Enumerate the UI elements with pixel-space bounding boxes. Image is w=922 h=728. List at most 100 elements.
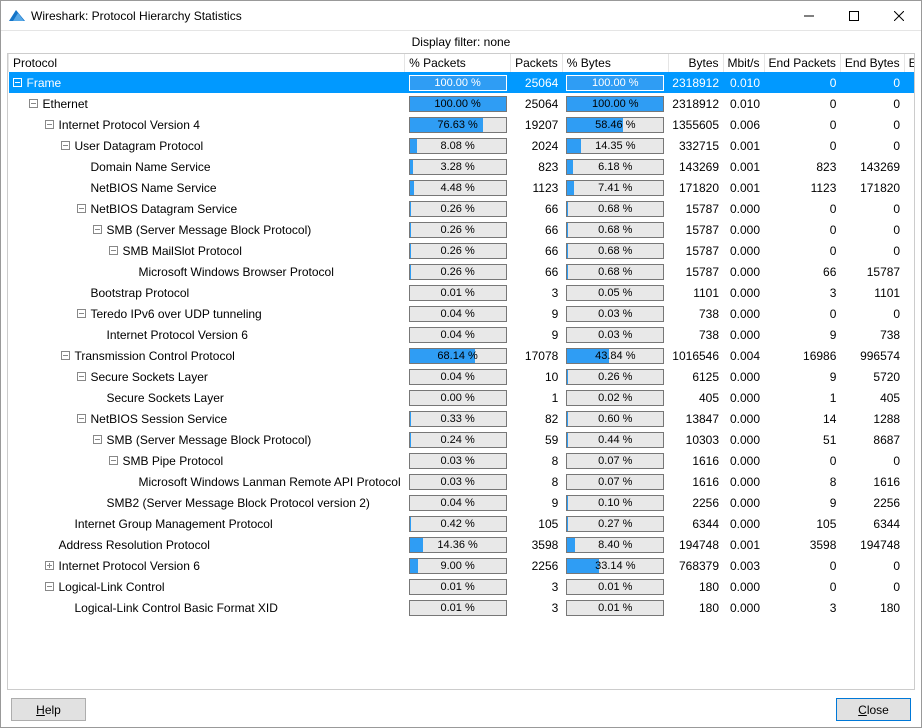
end-packets-value: 0 [764,555,840,576]
collapse-icon[interactable] [45,582,54,591]
collapse-icon[interactable] [93,435,102,444]
pct-bytes-bar: 0.05 % [566,285,664,301]
table-row[interactable]: Address Resolution Protocol14.36 %35988.… [9,534,916,555]
table-row[interactable]: Internet Protocol Version 69.00 %225633.… [9,555,916,576]
minimize-button[interactable] [786,1,831,30]
table-row[interactable]: Transmission Control Protocol68.14 %1707… [9,345,916,366]
protocol-name: NetBIOS Name Service [91,181,217,195]
table-row[interactable]: Internet Group Management Protocol0.42 %… [9,513,916,534]
collapse-icon[interactable] [93,225,102,234]
mbits-value: 0.000 [723,492,764,513]
end-mbits-value: 0.000 [904,492,915,513]
protocol-name: Address Resolution Protocol [59,538,210,552]
collapse-icon[interactable] [77,414,86,423]
pct-bytes-bar: 0.60 % [566,411,664,427]
protocol-table-container: Protocol % Packets Packets % Bytes Bytes… [7,53,915,690]
col-bytes[interactable]: Bytes [668,54,723,72]
packets-value: 66 [511,219,563,240]
end-packets-value: 66 [764,261,840,282]
table-row[interactable]: Domain Name Service3.28 %8236.18 %143269… [9,156,916,177]
pct-packets-bar: 0.01 % [409,600,507,616]
table-row[interactable]: User Datagram Protocol8.08 %202414.35 %3… [9,135,916,156]
table-row[interactable]: Logical-Link Control0.01 %30.01 %1800.00… [9,576,916,597]
help-button[interactable]: Help [11,698,86,721]
col-end-mbits[interactable]: End Mbit/s [904,54,915,72]
pct-packets-bar: 0.33 % [409,411,507,427]
bytes-value: 2256 [668,492,723,513]
pct-packets-bar: 3.28 % [409,159,507,175]
table-row[interactable]: Bootstrap Protocol0.01 %30.05 %11010.000… [9,282,916,303]
collapse-icon[interactable] [77,309,86,318]
protocol-name: Internet Group Management Protocol [75,517,273,531]
end-packets-value: 51 [764,429,840,450]
end-bytes-value: 0 [840,114,904,135]
pct-packets-bar: 0.01 % [409,579,507,595]
end-packets-value: 0 [764,576,840,597]
mbits-value: 0.001 [723,177,764,198]
pct-packets-bar: 0.01 % [409,285,507,301]
table-row[interactable]: Internet Protocol Version 476.63 %192075… [9,114,916,135]
table-row[interactable]: NetBIOS Session Service0.33 %820.60 %138… [9,408,916,429]
pct-packets-bar: 68.14 % [409,348,507,364]
mbits-value: 0.000 [723,597,764,618]
col-end-packets[interactable]: End Packets [764,54,840,72]
table-row[interactable]: Logical-Link Control Basic Format XID0.0… [9,597,916,618]
packets-value: 66 [511,198,563,219]
table-row[interactable]: SMB Pipe Protocol0.03 %80.07 %16160.0000… [9,450,916,471]
col-packets[interactable]: Packets [511,54,563,72]
table-row[interactable]: Teredo IPv6 over UDP tunneling0.04 %90.0… [9,303,916,324]
col-mbits[interactable]: Mbit/s [723,54,764,72]
bytes-value: 6344 [668,513,723,534]
table-row[interactable]: Frame100.00 %25064100.00 %23189120.01000… [9,72,916,93]
collapse-icon[interactable] [77,204,86,213]
col-pct-packets[interactable]: % Packets [405,54,511,72]
col-end-bytes[interactable]: End Bytes [840,54,904,72]
table-row[interactable]: NetBIOS Name Service4.48 %11237.41 %1718… [9,177,916,198]
end-packets-value: 823 [764,156,840,177]
collapse-icon[interactable] [45,120,54,129]
mbits-value: 0.000 [723,219,764,240]
close-button[interactable] [876,1,921,30]
maximize-button[interactable] [831,1,876,30]
mbits-value: 0.010 [723,93,764,114]
col-protocol[interactable]: Protocol [9,54,405,72]
table-row[interactable]: Internet Protocol Version 60.04 %90.03 %… [9,324,916,345]
end-bytes-value: 0 [840,450,904,471]
end-mbits-value: 0.001 [904,177,915,198]
collapse-icon[interactable] [61,351,70,360]
end-bytes-value: 0 [840,576,904,597]
packets-value: 66 [511,261,563,282]
end-mbits-value: 0.000 [904,408,915,429]
protocol-name: Teredo IPv6 over UDP tunneling [91,307,262,321]
collapse-icon[interactable] [109,246,118,255]
protocol-name: Internet Protocol Version 4 [59,118,200,132]
protocol-table[interactable]: Protocol % Packets Packets % Bytes Bytes… [8,54,915,618]
bytes-value: 13847 [668,408,723,429]
table-row[interactable]: Microsoft Windows Lanman Remote API Prot… [9,471,916,492]
collapse-icon[interactable] [109,456,118,465]
table-row[interactable]: Microsoft Windows Browser Protocol0.26 %… [9,261,916,282]
table-row[interactable]: SMB (Server Message Block Protocol)0.26 … [9,219,916,240]
end-packets-value: 14 [764,408,840,429]
pct-bytes-bar: 14.35 % [566,138,664,154]
col-pct-bytes[interactable]: % Bytes [562,54,668,72]
table-row[interactable]: NetBIOS Datagram Service0.26 %660.68 %15… [9,198,916,219]
protocol-name: Domain Name Service [91,160,211,174]
table-row[interactable]: SMB (Server Message Block Protocol)0.24 … [9,429,916,450]
collapse-icon[interactable] [61,141,70,150]
collapse-icon[interactable] [77,372,86,381]
table-row[interactable]: SMB2 (Server Message Block Protocol vers… [9,492,916,513]
end-bytes-value: 0 [840,198,904,219]
packets-value: 10 [511,366,563,387]
table-row[interactable]: Ethernet100.00 %25064100.00 %23189120.01… [9,93,916,114]
collapse-icon[interactable] [13,78,22,87]
close-dialog-button[interactable]: Close [836,698,911,721]
expand-icon[interactable] [45,561,54,570]
collapse-icon[interactable] [29,99,38,108]
table-row[interactable]: Secure Sockets Layer0.04 %100.26 %61250.… [9,366,916,387]
end-bytes-value: 143269 [840,156,904,177]
end-mbits-value: 0.000 [904,303,915,324]
table-row[interactable]: Secure Sockets Layer0.00 %10.02 %4050.00… [9,387,916,408]
packets-value: 3598 [511,534,563,555]
table-row[interactable]: SMB MailSlot Protocol0.26 %660.68 %15787… [9,240,916,261]
